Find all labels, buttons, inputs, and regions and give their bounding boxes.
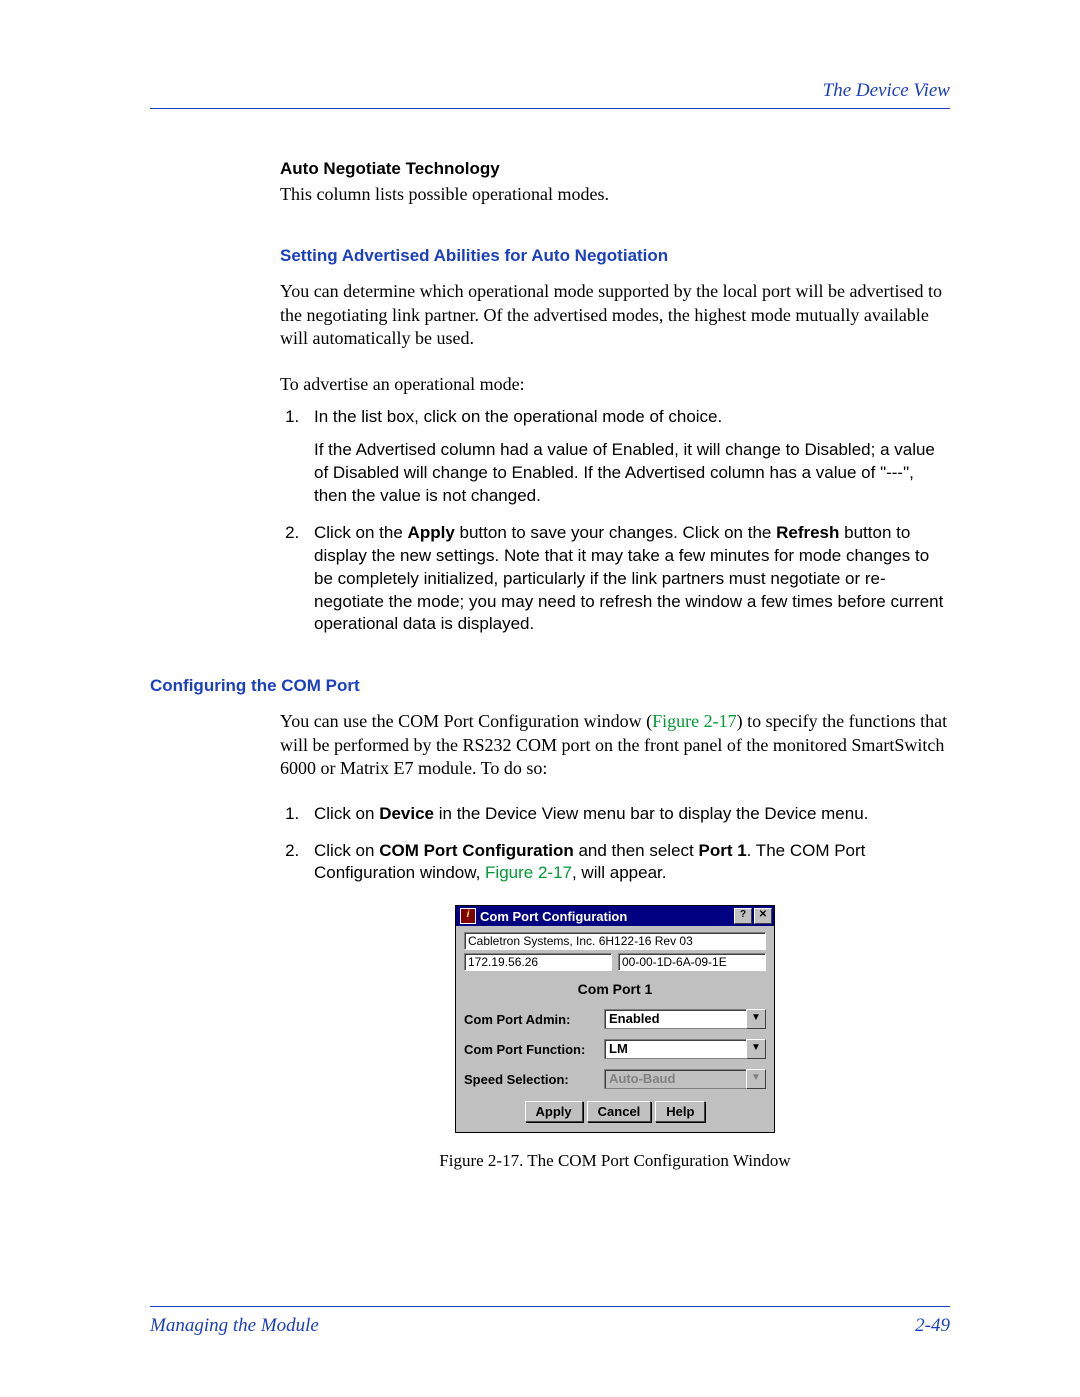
heading-setting-advertised: Setting Advertised Abilities for Auto Ne… bbox=[280, 246, 950, 266]
steps-com-port: Click on Device in the Device View menu … bbox=[280, 803, 950, 886]
value-speed-selection: Auto-Baud bbox=[604, 1069, 746, 1089]
value-com-port-function: LM bbox=[604, 1039, 746, 1059]
figure-link-1[interactable]: Figure 2-17 bbox=[652, 711, 737, 731]
chevron-down-icon: ▼ bbox=[746, 1069, 766, 1089]
step1-sub: If the Advertised column had a value of … bbox=[314, 439, 950, 508]
label-speed-selection: Speed Selection: bbox=[464, 1072, 604, 1087]
step-2: Click on the Apply button to save your c… bbox=[304, 522, 950, 637]
page-header: The Device View bbox=[150, 80, 950, 102]
figure-link-2[interactable]: Figure 2-17 bbox=[485, 863, 572, 882]
cs2-c: and then select bbox=[574, 841, 699, 860]
com-a: You can use the COM Port Configuration w… bbox=[280, 711, 652, 731]
device-description: Cabletron Systems, Inc. 6H122-16 Rev 03 bbox=[464, 932, 766, 950]
dialog-title: Com Port Configuration bbox=[480, 909, 627, 924]
chevron-down-icon[interactable]: ▼ bbox=[746, 1009, 766, 1029]
label-com-port-admin: Com Port Admin: bbox=[464, 1012, 604, 1027]
cs2-config-bold: COM Port Configuration bbox=[379, 841, 574, 860]
footer-right: 2-49 bbox=[915, 1315, 950, 1337]
header-rule bbox=[150, 108, 950, 109]
com-step-1: Click on Device in the Device View menu … bbox=[304, 803, 950, 826]
help-button[interactable]: Help bbox=[655, 1101, 705, 1122]
step2-a: Click on the bbox=[314, 523, 408, 542]
apply-button[interactable]: Apply bbox=[525, 1101, 583, 1122]
para-com-port: You can use the COM Port Configuration w… bbox=[280, 710, 950, 780]
steps-advertise: In the list box, click on the operationa… bbox=[280, 406, 950, 636]
heading-auto-negotiate: Auto Negotiate Technology bbox=[280, 159, 950, 179]
select-com-port-admin[interactable]: Enabled ▼ bbox=[604, 1009, 766, 1029]
para-advertised-2: To advertise an operational mode: bbox=[280, 373, 950, 396]
step2-c: button to save your changes. Click on th… bbox=[455, 523, 776, 542]
cs1-c: in the Device View menu bar to display t… bbox=[434, 804, 868, 823]
step2-apply-bold: Apply bbox=[408, 523, 455, 542]
label-com-port-function: Com Port Function: bbox=[464, 1042, 604, 1057]
chevron-down-icon[interactable]: ▼ bbox=[746, 1039, 766, 1059]
cancel-button[interactable]: Cancel bbox=[587, 1101, 652, 1122]
cs1-a: Click on bbox=[314, 804, 379, 823]
footer-left: Managing the Module bbox=[150, 1315, 319, 1337]
titlebar-help-button[interactable]: ? bbox=[734, 908, 752, 924]
value-com-port-admin: Enabled bbox=[604, 1009, 746, 1029]
cs2-f: , will appear. bbox=[572, 863, 667, 882]
com-step-2: Click on COM Port Configuration and then… bbox=[304, 840, 950, 886]
titlebar-close-button[interactable]: ✕ bbox=[754, 908, 772, 924]
device-mac: 00-00-1D-6A-09-1E bbox=[618, 953, 766, 971]
step2-refresh-bold: Refresh bbox=[776, 523, 839, 542]
step1-text: In the list box, click on the operationa… bbox=[314, 407, 722, 426]
step-1: In the list box, click on the operationa… bbox=[304, 406, 950, 508]
com-port-dialog: i Com Port Configuration ? ✕ Cabletron S… bbox=[455, 905, 775, 1133]
figure-caption: Figure 2-17. The COM Port Configuration … bbox=[280, 1151, 950, 1171]
select-speed-selection: Auto-Baud ▼ bbox=[604, 1069, 766, 1089]
cs1-device-bold: Device bbox=[379, 804, 434, 823]
footer-rule bbox=[150, 1306, 950, 1307]
dialog-titlebar[interactable]: i Com Port Configuration ? ✕ bbox=[456, 906, 774, 926]
cs2-port1-bold: Port 1 bbox=[698, 841, 746, 860]
para-advertised-1: You can determine which operational mode… bbox=[280, 280, 950, 350]
text-auto-negotiate: This column lists possible operational m… bbox=[280, 183, 950, 206]
dialog-section-title: Com Port 1 bbox=[464, 981, 766, 997]
cs2-a: Click on bbox=[314, 841, 379, 860]
device-ip: 172.19.56.26 bbox=[464, 953, 612, 971]
heading-com-port: Configuring the COM Port bbox=[150, 676, 950, 696]
app-icon: i bbox=[460, 908, 476, 924]
select-com-port-function[interactable]: LM ▼ bbox=[604, 1039, 766, 1059]
